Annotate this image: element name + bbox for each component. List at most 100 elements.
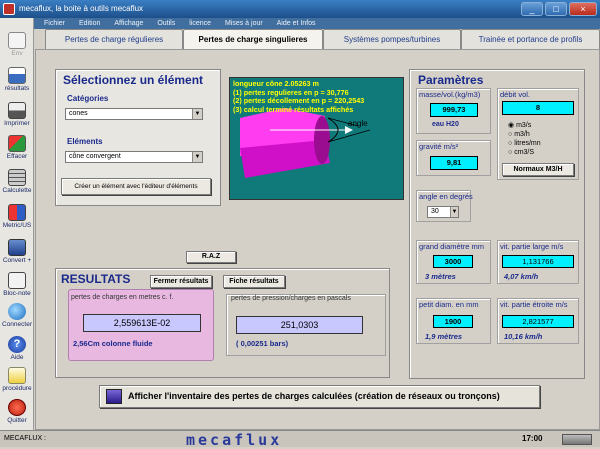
tab-systemes-pompes[interactable]: Systèmes pompes/turbines [323, 29, 461, 49]
head-loss-meters-sub: 2,56Cm colonne fluide [73, 339, 153, 348]
status-bar: MECAFLUX : mecaflux 17:00 [0, 430, 600, 449]
unit-option-m3h[interactable]: ○ m3/h [508, 130, 541, 139]
unit-label: m3/h [514, 131, 530, 138]
clock: 17:00 [522, 434, 543, 443]
toolbar-label: Connecter [2, 321, 32, 328]
gravity-input[interactable]: 9,81 [430, 156, 478, 170]
power-icon [8, 399, 26, 416]
density-fluid-label: eau H20 [432, 121, 459, 128]
results-panel: RESULTATS Fermer résultats Fiche résulta… [55, 268, 390, 378]
large-diameter-label: grand diamètre mm [419, 242, 485, 251]
cone-opening [314, 116, 330, 164]
angle-select[interactable]: 30 ▼ [427, 206, 459, 218]
menu-fichier[interactable]: Fichier [44, 20, 65, 27]
tab-trainee-portance[interactable]: Trainée et portance de profils [461, 29, 600, 49]
unit-option-m3s[interactable]: ◉ m3/s [508, 121, 541, 130]
radio-icon[interactable]: ○ [508, 149, 512, 156]
narrow-speed-group: vit. partie étroite m/s 2,821577 10,16 k… [497, 298, 579, 344]
toolbar-label: Metric/US [2, 222, 32, 229]
narrow-speed-output: 2,821577 [502, 315, 574, 328]
flow-rate-input[interactable]: 8 [502, 101, 574, 115]
normaux-m3h-button[interactable]: Normaux M3/H [502, 163, 574, 176]
small-diameter-input[interactable]: 1900 [433, 315, 473, 328]
elements-select[interactable]: cône convergent ▼ [65, 151, 203, 163]
toolbar-resultats-button[interactable]: résultats [1, 67, 33, 92]
toolbar-effacer-button[interactable]: Effacer [1, 135, 33, 160]
gravity-group: gravité m/s² 9,81 [416, 140, 491, 176]
narrow-speed-sub: 10,16 km/h [504, 332, 543, 341]
density-input[interactable]: 999,73 [430, 103, 478, 117]
menu-mises-a-jour[interactable]: Mises à jour [225, 20, 263, 27]
parameters-title: Paramètres [418, 73, 484, 87]
close-button[interactable]: × [569, 2, 597, 16]
toolbar-label: Bloc-note [3, 290, 31, 297]
raz-button[interactable]: R.A.Z [186, 251, 236, 263]
head-loss-meters-value: 2,559613E-02 [83, 314, 201, 332]
minimize-button[interactable]: _ [521, 2, 543, 16]
printer-icon [8, 102, 26, 119]
create-element-button[interactable]: Créer un élément avec l'éditeur d'élémen… [61, 178, 211, 195]
chevron-down-icon[interactable]: ▼ [192, 152, 202, 162]
toolbar-procedure-button[interactable]: procédure [1, 367, 33, 392]
toolbar-label: Effacer [6, 153, 28, 160]
radio-icon[interactable]: ○ [508, 131, 512, 138]
radio-selected-icon[interactable]: ◉ [508, 122, 514, 129]
radio-icon[interactable]: ○ [508, 140, 512, 147]
large-diameter-sub: 3 mètres [425, 272, 456, 281]
unit-option-litres[interactable]: ○ litres/mn [508, 139, 541, 148]
menu-edition[interactable]: Edition [79, 20, 100, 27]
toolbar-bloc-note-button[interactable]: Bloc-note [1, 272, 33, 297]
large-speed-sub: 4,07 km/h [504, 272, 539, 281]
toolbar-label: Convert + [2, 257, 32, 264]
unit-option-cm3s[interactable]: ○ cm3/S [508, 148, 541, 157]
toolbar-env-button[interactable]: Env [1, 32, 33, 57]
menu-aide[interactable]: Aide et Infos [277, 20, 316, 27]
toolbar-quitter-button[interactable]: Quitter [1, 399, 33, 424]
toolbar-metric-us-button[interactable]: Metric/US [1, 204, 33, 229]
tab-pertes-singulieres[interactable]: Pertes de charge singulieres [183, 29, 323, 50]
results-sheet-button[interactable]: Fiche résultats [223, 275, 285, 288]
close-results-button[interactable]: Fermer résultats [150, 275, 212, 288]
element-3d-viewer[interactable]: longueur cône 2.05263 m (1) pertes regul… [229, 77, 404, 200]
large-speed-output: 1,131766 [502, 255, 574, 268]
large-diameter-input[interactable]: 3000 [433, 255, 473, 268]
unit-label: litres/mn [514, 140, 541, 147]
flow-unit-options: ◉ m3/s ○ m3/h ○ litres/mn ○ cm3/S [508, 121, 541, 157]
angle-value: 30 [431, 208, 439, 215]
selection-panel: Sélectionnez un élément Catégories cones… [55, 69, 221, 206]
toolbar-aide-button[interactable]: ? Aide [1, 336, 33, 361]
toolbar-label: résultats [4, 85, 30, 92]
status-text: MECAFLUX : [4, 435, 47, 442]
large-diameter-group: grand diamètre mm 3000 3 mètres [416, 240, 491, 284]
toolbar-label: Imprimer [4, 120, 30, 127]
toolbar-convert-button[interactable]: Convert + [1, 239, 33, 264]
toolbar-label: Quitter [7, 417, 27, 424]
chevron-down-icon[interactable]: ▼ [450, 207, 458, 217]
selection-title: Sélectionnez un élément [63, 73, 204, 87]
toolbar-calculette-button[interactable]: Calculette [1, 169, 33, 194]
categories-select[interactable]: cones ▼ [65, 108, 203, 120]
unit-label: cm3/S [514, 149, 535, 156]
maximize-button[interactable]: □ [545, 2, 567, 16]
large-speed-label: vit. partie large m/s [500, 242, 564, 251]
menu-licence[interactable]: licence [189, 20, 211, 27]
pressure-loss-value: 251,0303 [236, 316, 363, 334]
small-diameter-label: petit diam. en mm [419, 300, 479, 309]
tray-icon[interactable] [562, 434, 592, 445]
toolbar-label: Aide [10, 354, 24, 361]
toolbar-connecter-button[interactable]: Connecter [1, 303, 33, 328]
unit-label: m3/s [516, 122, 532, 129]
toolbar-imprimer-button[interactable]: Imprimer [1, 102, 33, 127]
angle-label: angle [348, 119, 368, 128]
calculator-icon [8, 169, 26, 186]
inventory-button[interactable]: Afficher l'inventaire des pertes de char… [99, 385, 540, 408]
menu-affichage[interactable]: Affichage [114, 20, 143, 27]
brand-logo: mecaflux [186, 431, 283, 449]
head-loss-meters-group: pertes de charges en metres c. f. 2,5596… [68, 289, 214, 361]
menu-outils[interactable]: Outils [157, 20, 175, 27]
chevron-down-icon[interactable]: ▼ [192, 109, 202, 119]
toolbar-label: procédure [2, 385, 32, 392]
elements-label: Eléments [67, 137, 103, 146]
tab-pertes-regulieres[interactable]: Pertes de charge régulieres [45, 29, 183, 49]
categories-value: cones [69, 110, 88, 117]
